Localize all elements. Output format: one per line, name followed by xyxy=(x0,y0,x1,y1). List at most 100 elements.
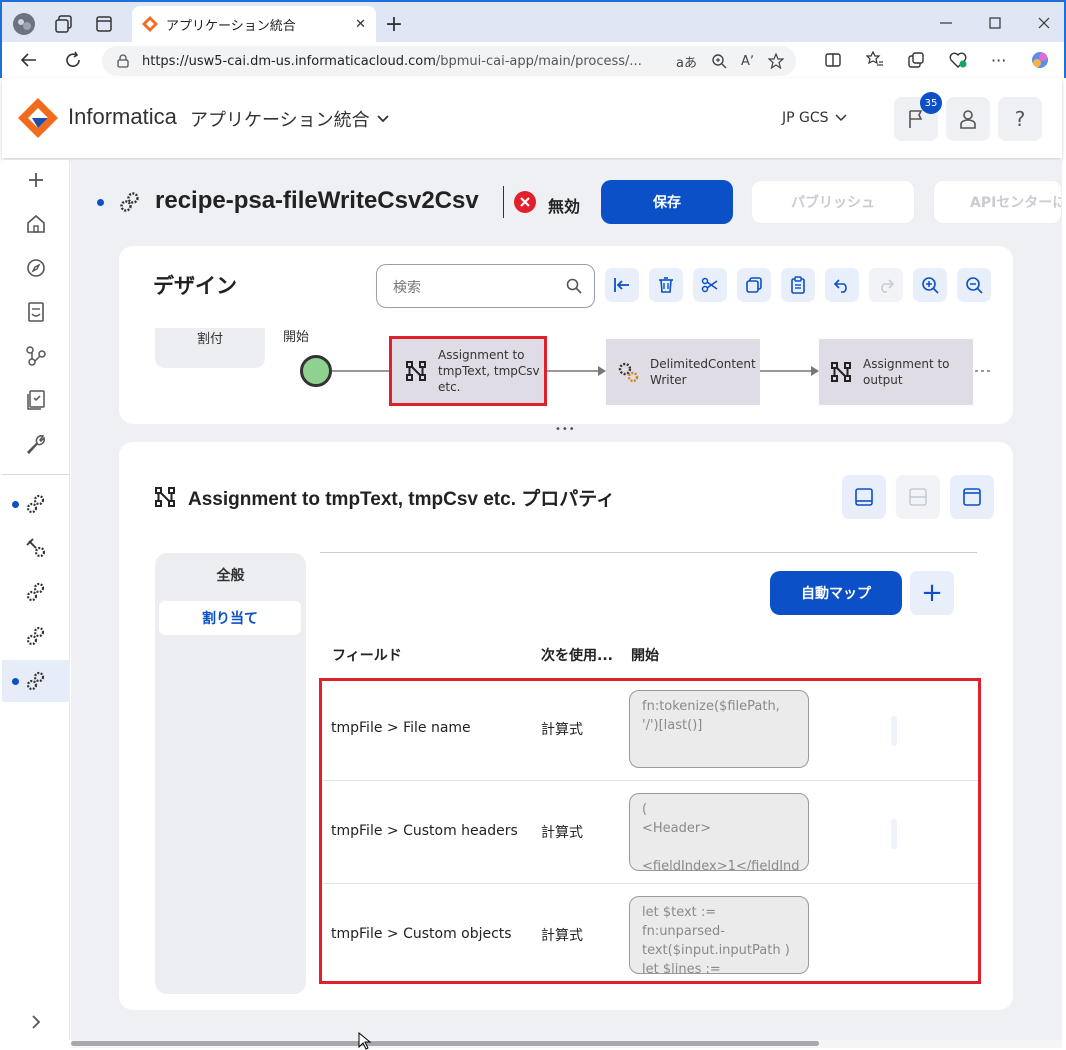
copy-icon xyxy=(746,277,762,293)
panel-resize-handle[interactable]: ••• xyxy=(555,424,576,435)
node-label: DelimitedContent Writer xyxy=(650,357,756,387)
sidebar-item-catalog[interactable] xyxy=(2,380,70,420)
window-controls xyxy=(930,8,1060,38)
browser-essentials-icon[interactable] xyxy=(949,51,967,69)
layout-bottom-icon xyxy=(855,488,873,506)
unsaved-indicator xyxy=(97,199,104,206)
tab-assignments[interactable]: 割り当て xyxy=(159,601,301,635)
close-tab-icon[interactable]: ✕ xyxy=(355,17,366,32)
tab-general[interactable]: 全般 xyxy=(155,565,306,585)
copilot-icon[interactable] xyxy=(1030,50,1050,70)
start-node[interactable] xyxy=(300,355,332,387)
maximize-icon[interactable] xyxy=(989,17,1001,29)
user-profile-button[interactable] xyxy=(946,97,990,141)
zoom-in-button[interactable] xyxy=(913,268,947,302)
back-icon[interactable] xyxy=(16,47,42,73)
zoom-out-button[interactable] xyxy=(957,268,991,302)
assignments-highlight xyxy=(319,678,981,984)
layout-switcher xyxy=(842,475,994,519)
copy-button[interactable] xyxy=(737,268,771,302)
tab-actions-icon[interactable] xyxy=(90,10,118,38)
read-aloud-icon[interactable]: aあ xyxy=(676,52,697,71)
sidebar-open-process-2[interactable] xyxy=(2,572,70,612)
favorite-star-icon[interactable] xyxy=(768,53,784,69)
clipboard-icon xyxy=(28,302,44,322)
product-name: アプリケーション統合 xyxy=(190,110,370,131)
window-close-icon[interactable] xyxy=(1038,17,1050,29)
assignment-icon xyxy=(155,487,175,507)
publish-button[interactable]: パブリッシュ xyxy=(751,180,915,224)
plug-gear-icon xyxy=(26,538,46,558)
sidebar-open-process-1[interactable] xyxy=(2,484,70,524)
process-gears-icon xyxy=(26,494,45,514)
org-switcher[interactable]: JP GCS xyxy=(782,110,847,126)
layout-split-button[interactable] xyxy=(896,475,940,519)
process-title: recipe-psa-fileWriteCsv2Csv xyxy=(155,187,479,214)
layout-top-button[interactable] xyxy=(950,475,994,519)
design-title: デザイン xyxy=(153,274,237,298)
help-button[interactable]: ? xyxy=(998,97,1042,141)
align-left-button[interactable] xyxy=(605,268,639,302)
sidebar-new-button[interactable] xyxy=(2,160,70,200)
profile-avatar[interactable] xyxy=(10,10,38,38)
selected-node-highlight xyxy=(389,336,547,406)
design-card: デザイン 検索 割付 開始 Assignment to tmpText, tmp… xyxy=(119,246,1013,424)
url-host: https://usw5-cai.dm-us.informaticacloud.… xyxy=(142,53,436,69)
chevron-down-icon xyxy=(377,115,389,123)
sidebar-item-home[interactable] xyxy=(2,204,70,244)
redo-button[interactable] xyxy=(869,268,903,302)
org-name: JP GCS xyxy=(782,110,829,126)
lock-icon xyxy=(117,54,129,68)
favorites-icon[interactable] xyxy=(865,51,884,69)
column-header-use: 次を使用... xyxy=(541,648,613,664)
zoom-out-icon xyxy=(966,277,983,294)
immersive-reader-icon[interactable]: A͏ʼ xyxy=(741,54,754,69)
node-delimited-content-writer[interactable]: DelimitedContent Writer xyxy=(606,339,760,405)
auto-map-button[interactable]: 自動マップ xyxy=(770,571,902,615)
browser-tab[interactable]: アプリケーション統合 ✕ xyxy=(132,6,376,42)
save-button[interactable]: 保存 xyxy=(601,180,733,224)
undo-button[interactable] xyxy=(825,268,859,302)
zoom-in-icon xyxy=(922,277,939,294)
process-gears-icon xyxy=(118,190,142,218)
design-toolbar xyxy=(605,268,991,302)
layout-top-icon xyxy=(963,488,981,506)
notification-count-badge: 35 xyxy=(920,92,942,114)
scissors-icon xyxy=(701,277,718,293)
url-path: /bpmui-cai-app/main/process/... xyxy=(435,53,642,69)
sidebar-expand-button[interactable] xyxy=(2,1002,70,1042)
api-center-button[interactable]: APIセンターに xyxy=(933,180,1062,224)
assign-group[interactable]: 割付 xyxy=(155,328,265,368)
redo-icon xyxy=(881,279,895,293)
minimize-icon[interactable] xyxy=(940,17,952,29)
horizontal-scrollbar-thumb[interactable] xyxy=(71,1041,819,1046)
sidebar-open-connector[interactable] xyxy=(2,528,70,568)
design-search-input[interactable]: 検索 xyxy=(376,264,595,308)
add-field-button[interactable]: + xyxy=(910,571,954,615)
refresh-icon[interactable] xyxy=(60,47,86,73)
sidebar-open-process-3[interactable] xyxy=(2,616,70,656)
sidebar-open-process-active[interactable] xyxy=(2,660,70,702)
title-divider xyxy=(503,186,504,218)
sidebar-item-monitor[interactable] xyxy=(2,292,70,332)
address-bar[interactable]: https://usw5-cai.dm-us.informaticacloud.… xyxy=(102,46,796,76)
collections-icon[interactable] xyxy=(907,51,925,69)
layout-bottom-button[interactable] xyxy=(842,475,886,519)
sidebar-item-connections[interactable] xyxy=(2,336,70,376)
delete-button[interactable] xyxy=(649,268,683,302)
split-screen-icon[interactable] xyxy=(824,51,842,69)
cut-button[interactable] xyxy=(693,268,727,302)
zoom-icon[interactable] xyxy=(711,53,727,69)
workspaces-icon[interactable] xyxy=(50,10,78,38)
paste-button[interactable] xyxy=(781,268,815,302)
sidebar-item-explore[interactable] xyxy=(2,248,70,288)
tab-title: アプリケーション統合 xyxy=(166,18,296,34)
new-tab-button[interactable]: + xyxy=(380,10,408,38)
chevron-down-icon xyxy=(835,114,847,122)
process-gears-icon xyxy=(26,582,45,602)
assign-group-label: 割付 xyxy=(196,332,223,347)
more-options-icon[interactable]: ··· xyxy=(991,51,1006,70)
product-switcher[interactable]: アプリケーション統合 xyxy=(190,106,390,132)
node-assignment-output[interactable]: Assignment to output xyxy=(819,339,973,405)
sidebar-item-administration[interactable] xyxy=(2,424,70,464)
